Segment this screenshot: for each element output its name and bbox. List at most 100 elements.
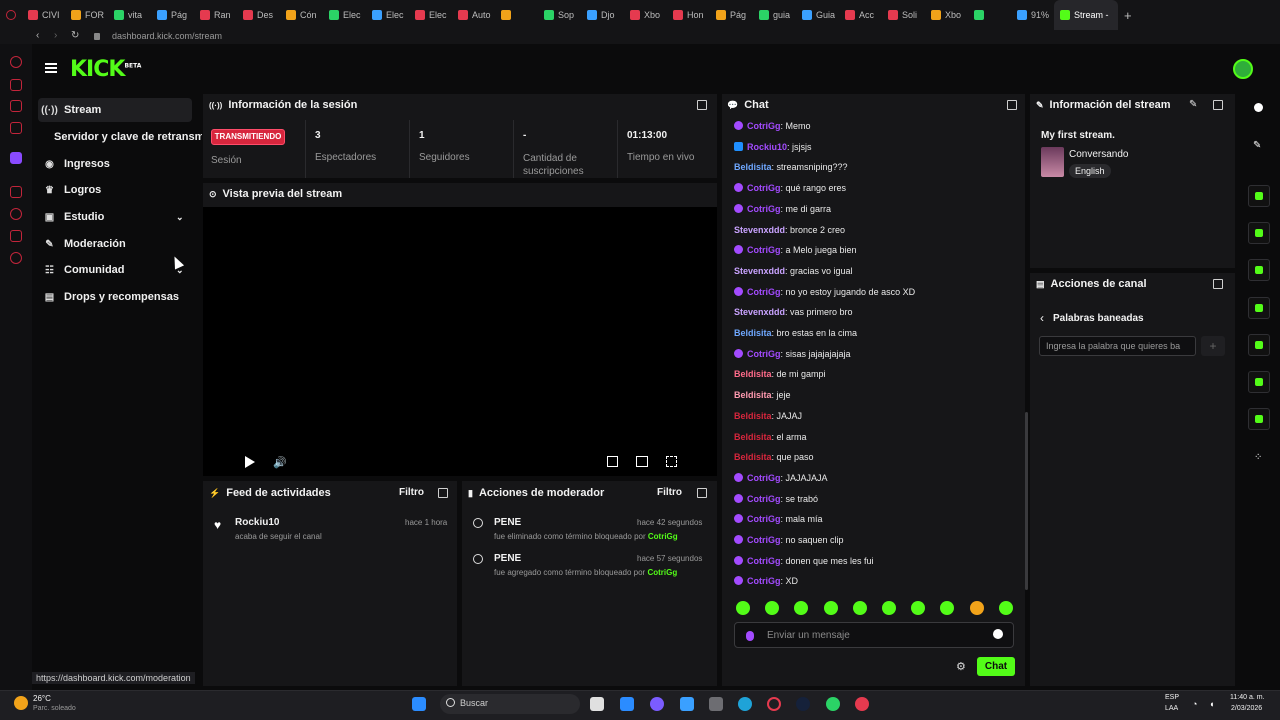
whatsapp-icon[interactable] bbox=[826, 697, 840, 711]
rail-channel-icon[interactable] bbox=[1248, 371, 1270, 393]
emote-icon[interactable] bbox=[882, 601, 896, 615]
browser-tab[interactable]: Elec bbox=[323, 0, 366, 30]
copilot-icon[interactable] bbox=[650, 697, 664, 711]
theater-icon[interactable] bbox=[636, 456, 648, 467]
sidebar-app-icon[interactable] bbox=[10, 122, 22, 134]
taskbar-app-icon[interactable] bbox=[709, 697, 723, 711]
browser-tab[interactable]: Djo bbox=[581, 0, 624, 30]
browser-tab[interactable]: 91% bbox=[1011, 0, 1054, 30]
lang-indicator[interactable]: ESP bbox=[1165, 694, 1179, 701]
fullscreen-icon[interactable] bbox=[666, 456, 677, 467]
user-avatar[interactable] bbox=[1233, 59, 1253, 79]
chat-username[interactable]: CotriGg bbox=[747, 494, 781, 504]
pencil-icon[interactable]: ✎ bbox=[1253, 140, 1261, 151]
rail-wrench-icon[interactable] bbox=[1248, 408, 1270, 430]
settings-icon[interactable] bbox=[10, 252, 22, 264]
emote-icon[interactable] bbox=[823, 601, 838, 615]
clock-time[interactable]: 11:40 a. m. bbox=[1230, 694, 1265, 701]
chat-username[interactable]: CotriGg bbox=[747, 535, 781, 545]
chat-username[interactable]: Beldisita bbox=[734, 328, 772, 338]
back-chevron-icon[interactable]: ‹ bbox=[1040, 311, 1044, 325]
mod-action-by[interactable]: CotriGg bbox=[648, 532, 678, 541]
rail-more-icon[interactable]: ⁘ bbox=[1254, 452, 1262, 463]
sidebar-app-icon[interactable] bbox=[10, 230, 22, 242]
volume-tray-icon[interactable]: ◖ bbox=[1209, 699, 1214, 709]
play-icon[interactable] bbox=[245, 456, 255, 468]
taskbar-app-icon[interactable] bbox=[855, 697, 869, 711]
chat-username[interactable]: Beldisita bbox=[734, 411, 772, 421]
chat-send-button[interactable]: Chat bbox=[977, 657, 1015, 676]
rail-broadcast-icon[interactable] bbox=[1248, 334, 1270, 356]
rail-lightning-icon[interactable] bbox=[1248, 222, 1270, 244]
emote-icon[interactable] bbox=[969, 601, 984, 615]
chat-username[interactable]: Stevenxddd bbox=[734, 225, 785, 235]
sidebar-app-icon[interactable] bbox=[10, 56, 22, 68]
browser-tab[interactable]: Des bbox=[237, 0, 280, 30]
chat-username[interactable]: CotriGg bbox=[747, 514, 781, 524]
forward-icon[interactable]: › bbox=[54, 30, 57, 41]
popout-icon[interactable] bbox=[697, 100, 707, 110]
chat-username[interactable]: CotriGg bbox=[747, 245, 781, 255]
browser-tab[interactable]: Pág bbox=[710, 0, 753, 30]
popout-icon[interactable] bbox=[1213, 100, 1223, 110]
taskbar-search[interactable]: Buscar bbox=[440, 694, 580, 714]
sidebar-app-icon[interactable] bbox=[10, 100, 22, 112]
back-icon[interactable]: ‹ bbox=[36, 30, 39, 41]
chat-username[interactable]: Beldisita bbox=[734, 390, 772, 400]
wifi-icon[interactable]: ◔ bbox=[1192, 699, 1197, 709]
weather-icon[interactable] bbox=[14, 696, 28, 710]
chat-username[interactable]: CotriGg bbox=[747, 204, 781, 214]
browser-tab[interactable]: vita bbox=[108, 0, 151, 30]
chat-username[interactable]: Stevenxddd bbox=[734, 266, 785, 276]
emoji-icon[interactable] bbox=[993, 629, 1003, 639]
twitch-icon[interactable] bbox=[10, 152, 22, 164]
nav-item-logros[interactable]: ♛ Logros bbox=[38, 178, 192, 202]
sidebar-app-icon[interactable] bbox=[10, 79, 22, 91]
chat-input[interactable]: Enviar un mensaje bbox=[734, 622, 1014, 648]
chat-username[interactable]: CotriGg bbox=[747, 556, 781, 566]
browser-tab[interactable]: Sop bbox=[538, 0, 581, 30]
chat-username[interactable]: Beldisita bbox=[734, 432, 772, 442]
hamburger-menu-icon[interactable] bbox=[45, 63, 57, 73]
new-tab-icon[interactable]: + bbox=[1118, 0, 1138, 30]
browser-tab[interactable]: Hon bbox=[667, 0, 710, 30]
reload-icon[interactable]: ↻ bbox=[71, 30, 79, 41]
chat-username[interactable]: CotriGg bbox=[747, 287, 781, 297]
store-icon[interactable] bbox=[620, 697, 634, 711]
pip-icon[interactable] bbox=[607, 456, 618, 467]
emote-icon[interactable] bbox=[852, 601, 867, 615]
chat-username[interactable]: Beldisita bbox=[734, 452, 772, 462]
banned-word-input[interactable]: Ingresa la palabra que quieres ba bbox=[1039, 336, 1196, 356]
nav-item-server-key[interactable]: Servidor y clave de retransm bbox=[48, 125, 202, 149]
browser-tab[interactable]: Guia bbox=[796, 0, 839, 30]
chat-username[interactable]: CotriGg bbox=[747, 121, 781, 131]
browser-tab[interactable]: Soli bbox=[882, 0, 925, 30]
popout-icon[interactable] bbox=[1007, 100, 1017, 110]
popout-icon[interactable] bbox=[697, 488, 707, 498]
windows-start-icon[interactable] bbox=[412, 697, 426, 711]
browser-tab[interactable]: FOR bbox=[65, 0, 108, 30]
browser-tab[interactable]: Acc bbox=[839, 0, 882, 30]
nav-item-comunidad[interactable]: ☷ Comunidad ⌄ bbox=[38, 258, 192, 282]
chat-username[interactable]: CotriGg bbox=[747, 349, 781, 359]
url-field[interactable]: dashboard.kick.com/stream bbox=[112, 31, 222, 41]
chat-username[interactable]: Rockiu10 bbox=[747, 142, 787, 152]
kick-logo[interactable]: KICKBETA bbox=[70, 57, 141, 82]
file-explorer-icon[interactable] bbox=[590, 697, 604, 711]
rail-preview-icon[interactable] bbox=[1248, 185, 1270, 207]
mod-filter-button[interactable]: Filtro bbox=[657, 487, 682, 498]
browser-tab[interactable]: Xbo bbox=[624, 0, 667, 30]
nav-item-estudio[interactable]: ▣ Estudio ⌄ bbox=[38, 205, 192, 229]
emote-icon[interactable] bbox=[736, 601, 750, 615]
volume-icon[interactable]: 🔊 bbox=[273, 456, 287, 469]
browser-tab[interactable]: guia bbox=[753, 0, 796, 30]
info-icon[interactable] bbox=[1254, 103, 1263, 112]
browser-tab[interactable]: Stream - bbox=[1054, 0, 1118, 30]
activity-user[interactable]: Rockiu10 bbox=[235, 517, 279, 528]
browser-tab[interactable]: Ran bbox=[194, 0, 237, 30]
emote-icon[interactable] bbox=[998, 601, 1013, 615]
steam-icon[interactable] bbox=[796, 697, 810, 711]
mod-action-by[interactable]: CotriGg bbox=[647, 568, 677, 577]
chat-username[interactable]: CotriGg bbox=[747, 576, 781, 586]
popout-icon[interactable] bbox=[1213, 279, 1223, 289]
